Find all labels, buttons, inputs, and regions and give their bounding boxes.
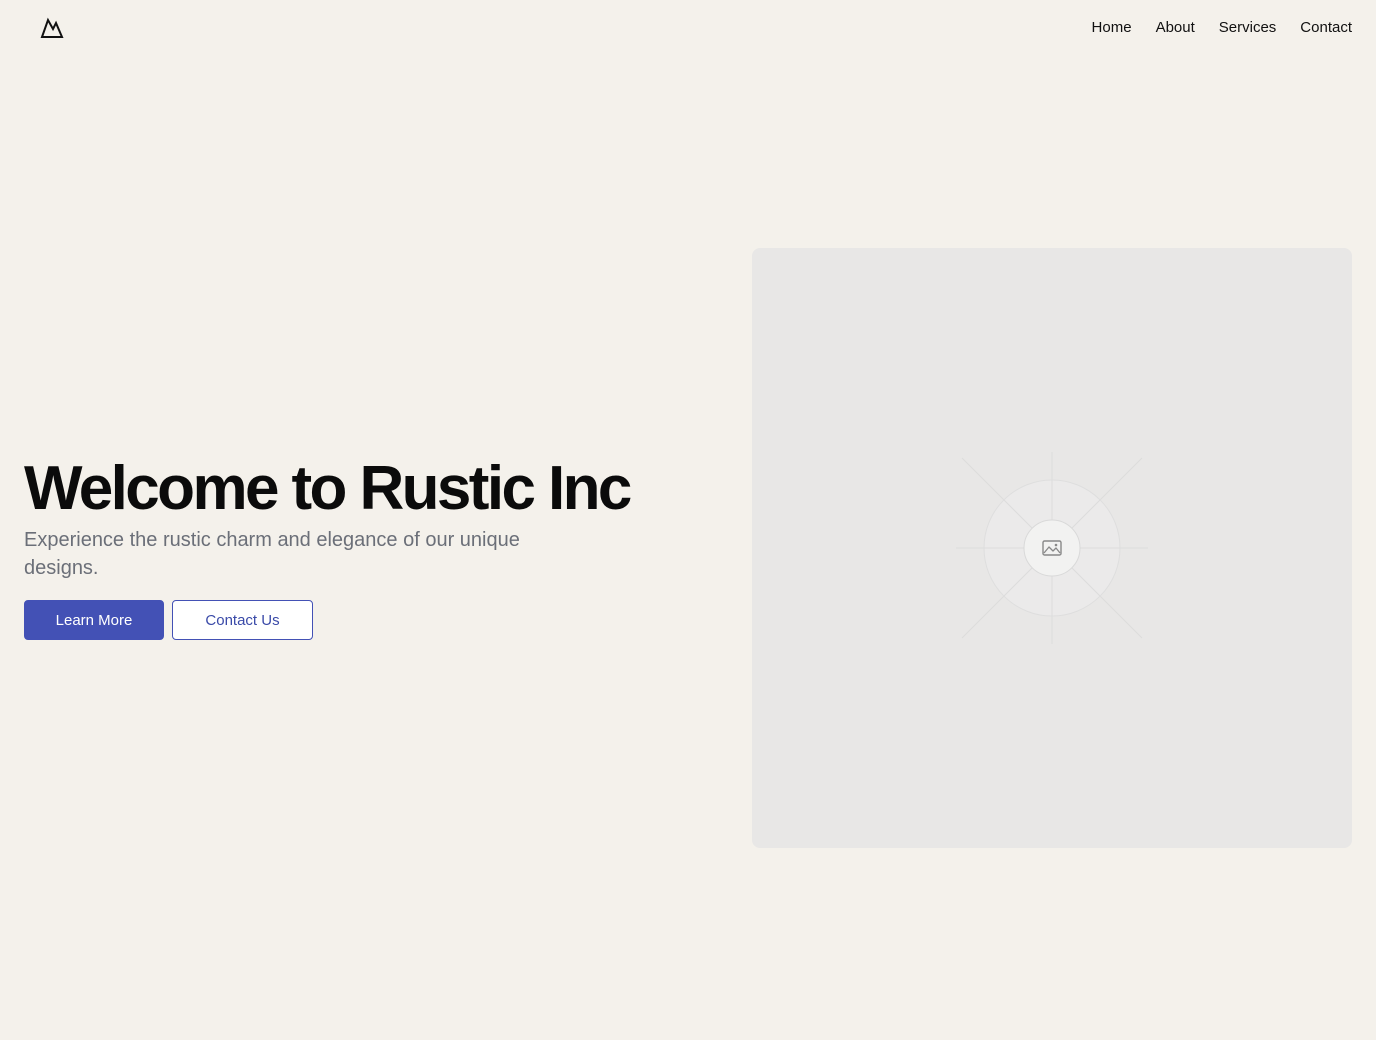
contact-us-button[interactable]: Contact Us bbox=[172, 600, 313, 640]
hero-subtitle: Experience the rustic charm and elegance… bbox=[24, 529, 520, 579]
hero-title: Welcome to Rustic Inc bbox=[24, 454, 632, 523]
nav-services-link[interactable]: Services bbox=[1219, 18, 1277, 38]
mountain-icon bbox=[40, 17, 64, 38]
nav-contact-link[interactable]: Contact bbox=[1300, 18, 1352, 38]
logo-link[interactable] bbox=[40, 17, 64, 39]
hero-section: Welcome to Rustic Inc Experience the rus… bbox=[24, 456, 664, 640]
nav-about-link[interactable]: About bbox=[1156, 18, 1195, 38]
hero-image-placeholder bbox=[752, 248, 1352, 848]
site-header: Home About Services Contact bbox=[0, 0, 1376, 56]
image-placeholder-icon bbox=[956, 452, 1148, 644]
hero-buttons: Learn More Contact Us bbox=[24, 600, 664, 640]
nav-home-link[interactable]: Home bbox=[1092, 18, 1132, 38]
learn-more-button[interactable]: Learn More bbox=[24, 600, 164, 640]
main-nav: Home About Services Contact bbox=[1092, 18, 1352, 38]
